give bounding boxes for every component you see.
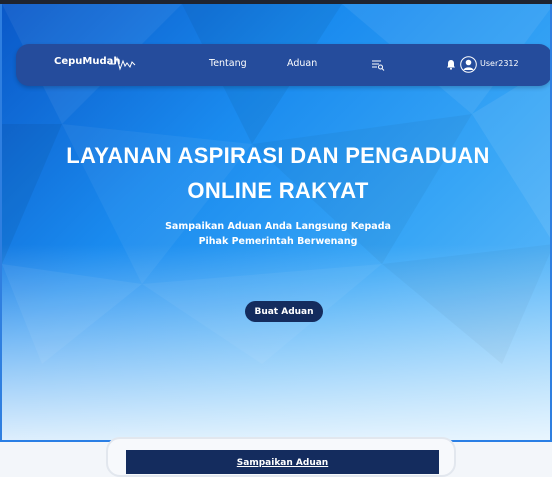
user-avatar-icon[interactable] (460, 56, 477, 73)
nav-link-complaints[interactable]: Aduan (287, 58, 317, 69)
complaint-form-header: Sampaikan Aduan (126, 450, 439, 474)
heartbeat-logo-icon (109, 56, 136, 71)
create-complaint-button[interactable]: Buat Aduan (245, 301, 323, 322)
top-navbar: CepuMudah Tentang Aduan User2312 (16, 44, 550, 86)
hero-title-line-2: ONLINE RAKYAT (187, 178, 369, 203)
bell-icon[interactable] (446, 59, 456, 70)
hero-subtitle-line-1: Sampaikan Aduan Anda Langsung Kepada (165, 221, 391, 232)
hero-subtitle: Sampaikan Aduan Anda Langsung Kepada Pih… (2, 219, 550, 249)
username-label[interactable]: User2312 (480, 59, 519, 68)
list-search-icon[interactable] (371, 59, 385, 71)
hero-subtitle-line-2: Pihak Pemerintah Berwenang (198, 236, 358, 247)
hero-title-line-1: LAYANAN ASPIRASI DAN PENGADUAN (66, 143, 490, 168)
hero-title: LAYANAN ASPIRASI DAN PENGADUAN ONLINE RA… (2, 138, 550, 208)
nav-link-about[interactable]: Tentang (209, 58, 247, 69)
hero-section: CepuMudah Tentang Aduan User2312 LAYANAN… (0, 4, 552, 441)
complaint-form-title: Sampaikan Aduan (236, 458, 329, 468)
